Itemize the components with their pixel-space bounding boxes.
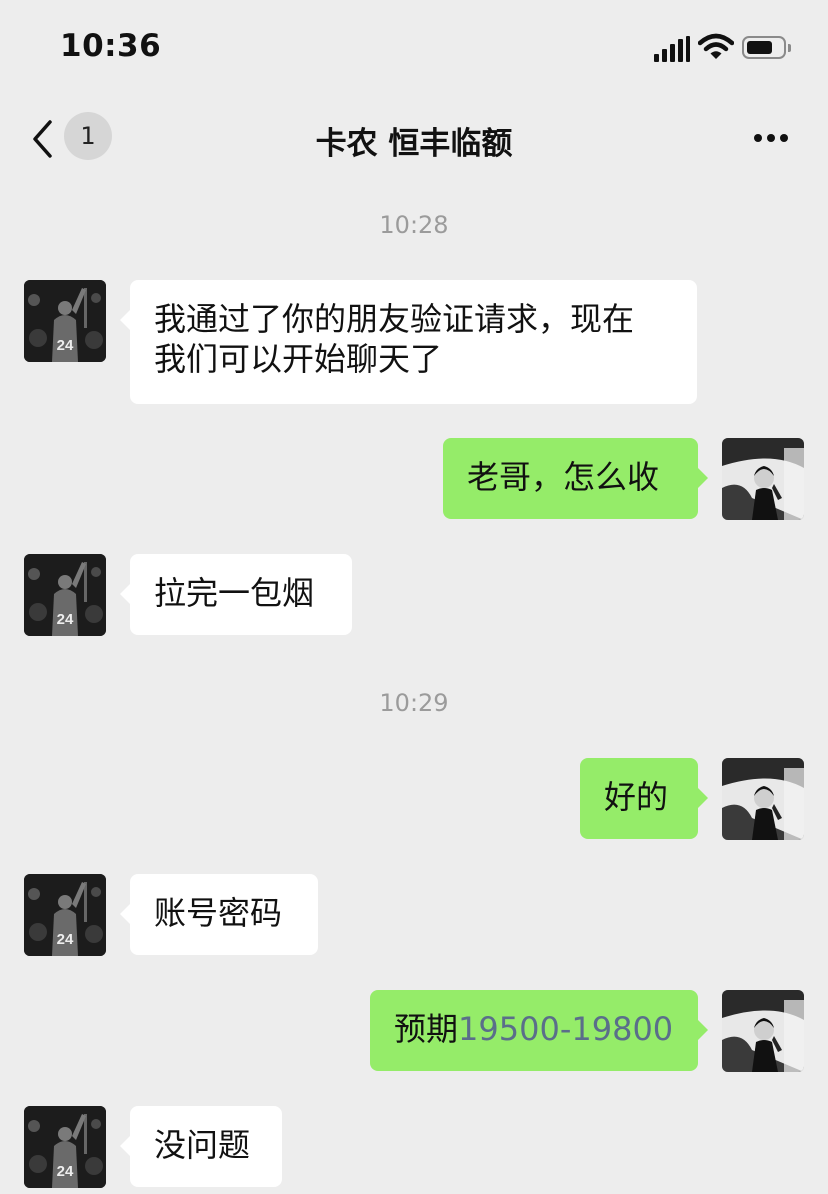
message-text-number: 19500-19800 — [458, 1010, 674, 1048]
timestamp: 10:29 — [379, 689, 449, 717]
message-text: 账号密码 — [154, 894, 283, 932]
self-avatar[interactable] — [722, 438, 804, 520]
timestamp: 10:28 — [379, 211, 449, 239]
self-avatar[interactable] — [722, 990, 804, 1072]
chat-header: 1 卡农 恒丰临额 — [0, 96, 828, 182]
wifi-icon — [697, 33, 735, 61]
message-text: 好的 — [604, 778, 669, 816]
contact-avatar[interactable] — [24, 874, 106, 956]
outgoing-message[interactable]: 老哥，怎么收 — [443, 438, 708, 519]
incoming-message[interactable]: 没问题 — [120, 1106, 282, 1187]
message-text-line: 我们可以开始聊天了 — [154, 340, 443, 378]
contact-avatar[interactable] — [24, 554, 106, 636]
battery-icon — [742, 36, 791, 59]
chevron-left-icon[interactable] — [28, 118, 58, 160]
message-text-line: 我通过了你的朋友验证请求，现在 — [154, 300, 635, 338]
more-dots-icon[interactable] — [750, 134, 792, 144]
unread-count-badge[interactable]: 1 — [64, 112, 112, 160]
status-time: 10:36 — [60, 28, 162, 64]
message-text-prefix: 预期 — [394, 1010, 459, 1048]
incoming-message[interactable]: 拉完一包烟 — [120, 554, 352, 635]
contact-avatar[interactable] — [24, 280, 106, 362]
outgoing-message[interactable]: 好的 — [580, 758, 708, 839]
self-avatar[interactable] — [722, 758, 804, 840]
signal-icon — [654, 36, 690, 62]
outgoing-message[interactable]: 预期19500-19800 — [370, 990, 708, 1071]
message-text: 拉完一包烟 — [154, 574, 315, 612]
incoming-message[interactable]: 我通过了你的朋友验证请求，现在 我们可以开始聊天了 — [120, 280, 697, 404]
message-text: 没问题 — [154, 1126, 251, 1164]
chat-title: 卡农 恒丰临额 — [315, 126, 513, 162]
contact-avatar[interactable] — [24, 1106, 106, 1188]
incoming-message[interactable]: 账号密码 — [120, 874, 318, 955]
status-bar: 10:36 — [0, 0, 828, 96]
message-text: 老哥，怎么收 — [467, 458, 660, 496]
